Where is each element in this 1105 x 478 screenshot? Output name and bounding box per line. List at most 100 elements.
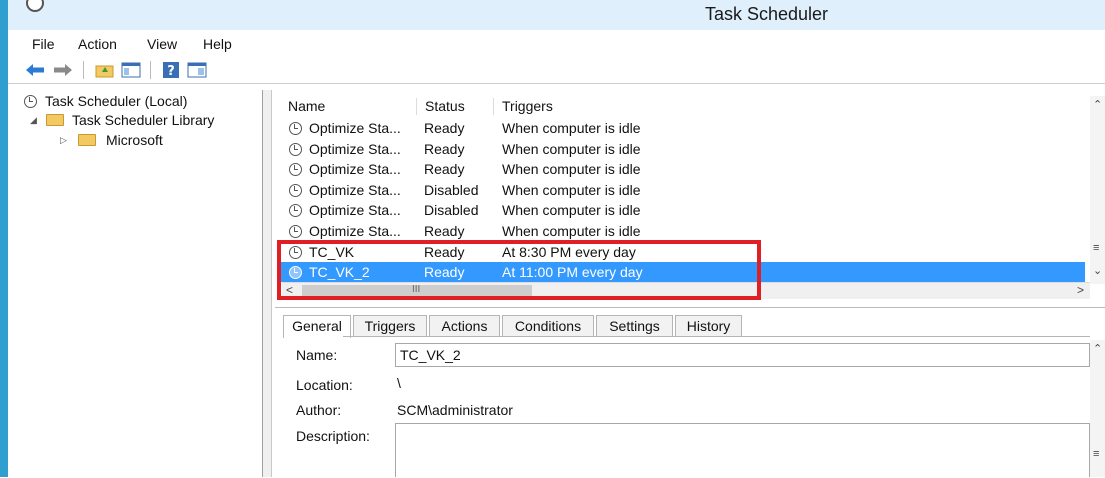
- table-row[interactable]: Optimize Sta... Ready When computer is idl…: [281, 159, 1085, 179]
- show-hide-console-tree-icon[interactable]: [120, 60, 142, 80]
- menu-file[interactable]: File: [32, 36, 55, 52]
- pane-splitter[interactable]: [263, 90, 272, 477]
- table-row[interactable]: Optimize Sta... Ready When computer is idl…: [281, 118, 1085, 138]
- tab-underline: [343, 336, 1090, 337]
- task-name-cell: Optimize Sta...: [309, 140, 401, 157]
- folder-icon: [78, 134, 96, 146]
- table-row[interactable]: Optimize Sta... Ready When computer is idl…: [281, 221, 1085, 241]
- task-trigger-cell: When computer is idle: [502, 223, 641, 239]
- task-status-cell: Ready: [424, 223, 465, 239]
- task-name-cell: Optimize Sta...: [309, 223, 401, 239]
- up-folder-icon[interactable]: [94, 60, 116, 80]
- task-status-cell: Disabled: [424, 202, 479, 219]
- table-row[interactable]: Optimize Sta... Disabled When computer is …: [281, 180, 1085, 200]
- task-clock-icon: [289, 225, 302, 238]
- table-row[interactable]: Optimize Sta... Disabled When computer is …: [281, 200, 1085, 220]
- task-trigger-cell: When computer is idle: [502, 202, 641, 219]
- task-clock-icon: [289, 204, 302, 218]
- task-name-field[interactable]: TC_VK_2: [395, 343, 1090, 367]
- column-header-triggers[interactable]: Triggers: [502, 98, 553, 114]
- task-name-cell: Optimize Sta...: [309, 161, 401, 178]
- tab-settings[interactable]: Settings: [596, 315, 673, 337]
- column-separator[interactable]: [416, 98, 417, 115]
- task-list-vertical-scrollbar[interactable]: ⌃ ≡ ⌄: [1090, 96, 1105, 284]
- back-arrow-icon[interactable]: [24, 60, 46, 80]
- task-name-cell: TC_VK_2: [309, 264, 370, 281]
- clock-icon: [24, 94, 37, 108]
- scroll-grip: III: [412, 284, 421, 295]
- tree-item-label: Microsoft: [106, 132, 163, 148]
- tab-history[interactable]: History: [675, 315, 742, 337]
- task-status-cell: Ready: [424, 161, 465, 178]
- scroll-grip-icon[interactable]: ≡: [1093, 242, 1099, 254]
- author-label: Author:: [296, 402, 342, 418]
- description-label: Description:: [296, 428, 370, 444]
- menu-bar: File Action View Help: [8, 33, 1105, 55]
- tree-item-task-scheduler-local[interactable]: Task Scheduler (Local): [24, 93, 187, 109]
- task-list: Name Status Triggers Optimize Sta... Read…: [275, 90, 1105, 300]
- toolbar: ?: [8, 57, 1105, 84]
- scroll-left-icon[interactable]: <: [286, 283, 293, 297]
- toolbar-separator: [150, 61, 151, 79]
- scroll-up-icon[interactable]: ⌃: [1093, 342, 1102, 355]
- task-name-cell: TC_VK: [309, 243, 355, 260]
- scroll-down-icon[interactable]: ⌄: [1093, 264, 1102, 277]
- task-trigger-cell: When computer is idle: [502, 181, 641, 198]
- tab-actions[interactable]: Actions: [429, 315, 500, 337]
- window-border: [0, 0, 8, 477]
- table-row[interactable]: Optimize Sta... Ready When computer is idl…: [281, 139, 1085, 159]
- task-clock-icon: [289, 245, 302, 259]
- task-status-cell: Ready: [424, 120, 465, 136]
- description-field[interactable]: [395, 423, 1090, 477]
- task-trigger-cell: When computer is idle: [502, 140, 641, 157]
- column-separator[interactable]: [493, 98, 494, 115]
- task-list-horizontal-scrollbar[interactable]: < III >: [282, 282, 1090, 299]
- collapse-triangle-icon[interactable]: ◢: [30, 115, 40, 126]
- console-tree[interactable]: Task Scheduler (Local) ◢ Task Scheduler …: [18, 90, 263, 477]
- menu-action[interactable]: Action: [78, 36, 117, 52]
- task-trigger-cell: At 8:30 PM every day: [502, 243, 636, 260]
- task-status-cell: Ready: [424, 243, 465, 260]
- tree-item-label: Task Scheduler Library: [72, 112, 215, 128]
- task-name-cell: Optimize Sta...: [309, 120, 401, 136]
- forward-arrow-icon[interactable]: [52, 60, 74, 80]
- window-title: Task Scheduler: [704, 4, 829, 24]
- location-label: Location:: [296, 377, 353, 393]
- task-clock-icon: [289, 163, 302, 177]
- task-trigger-cell: When computer is idle: [502, 120, 641, 136]
- name-label: Name:: [296, 347, 338, 363]
- scroll-thumb[interactable]: III: [302, 284, 532, 297]
- task-name-cell: Optimize Sta...: [309, 202, 401, 219]
- scroll-right-icon[interactable]: >: [1077, 283, 1084, 297]
- svg-text:?: ?: [167, 64, 175, 79]
- title-bar[interactable]: Task Scheduler: [8, 0, 1105, 30]
- tab-conditions[interactable]: Conditions: [502, 315, 594, 337]
- task-clock-icon: [289, 122, 302, 135]
- task-clock-icon: [289, 266, 302, 280]
- tree-item-task-scheduler-library[interactable]: ◢ Task Scheduler Library: [30, 112, 214, 128]
- author-value: SCM\administrator: [397, 402, 513, 418]
- task-clock-icon: [289, 142, 302, 156]
- scheduled-folder-icon: [46, 114, 64, 126]
- tab-general[interactable]: General: [283, 315, 351, 338]
- help-icon[interactable]: ?: [160, 60, 182, 80]
- column-header-name[interactable]: Name: [288, 98, 325, 114]
- details-vertical-scrollbar[interactable]: ⌃ ≡: [1090, 340, 1105, 477]
- tab-triggers[interactable]: Triggers: [353, 315, 427, 337]
- task-status-cell: Disabled: [424, 181, 479, 198]
- table-row[interactable]: TC_VK_2 Ready At 11:00 PM every day: [281, 262, 1085, 283]
- table-row[interactable]: TC_VK Ready At 8:30 PM every day: [281, 242, 1085, 262]
- tree-item-microsoft[interactable]: ▷ Microsoft: [60, 132, 163, 148]
- task-trigger-cell: When computer is idle: [502, 161, 641, 178]
- task-trigger-cell: At 11:00 PM every day: [502, 264, 643, 281]
- scroll-grip-icon[interactable]: ≡: [1093, 448, 1099, 460]
- menu-help[interactable]: Help: [203, 36, 232, 52]
- task-list-header: Name Status Triggers: [283, 96, 1095, 116]
- expand-triangle-icon[interactable]: ▷: [60, 135, 70, 146]
- show-hide-action-pane-icon[interactable]: [186, 60, 208, 80]
- scroll-up-icon[interactable]: ⌃: [1093, 98, 1102, 111]
- column-header-status[interactable]: Status: [425, 98, 465, 114]
- task-clock-icon: [289, 183, 302, 197]
- task-name-cell: Optimize Sta...: [309, 181, 401, 198]
- menu-view[interactable]: View: [147, 36, 177, 52]
